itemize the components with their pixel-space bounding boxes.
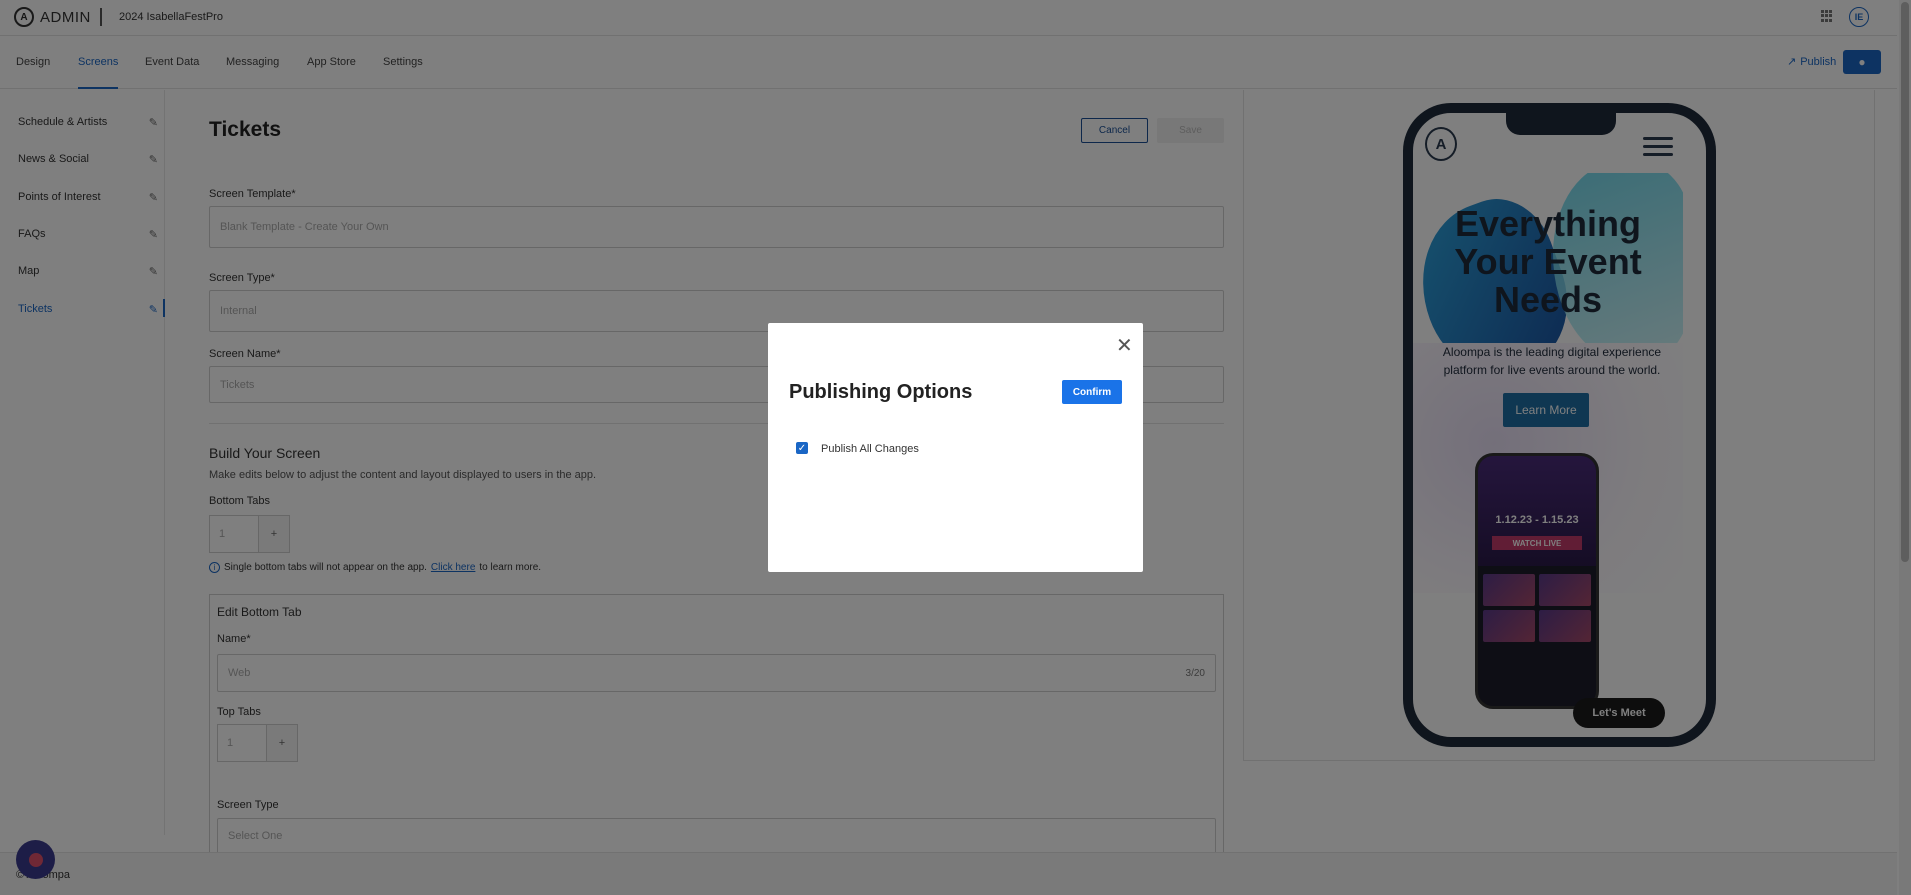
publish-all-label[interactable]: Publish All Changes: [821, 443, 919, 455]
modal-title: Publishing Options: [789, 381, 973, 403]
close-icon[interactable]: ✕: [1116, 333, 1133, 358]
confirm-button[interactable]: Confirm: [1062, 380, 1122, 404]
publishing-options-modal: ✕ Publishing Options Confirm ✓ Publish A…: [768, 323, 1143, 572]
publish-all-checkbox[interactable]: ✓: [796, 442, 808, 454]
